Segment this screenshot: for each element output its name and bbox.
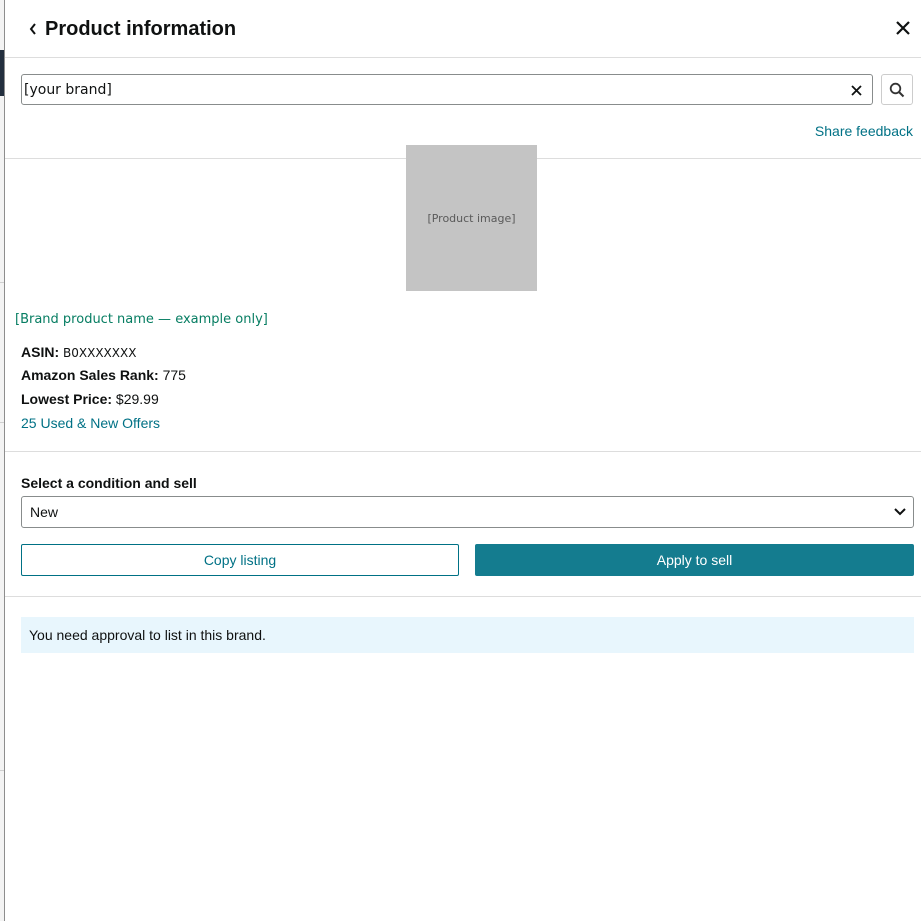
product-image-label: [Product image] bbox=[427, 211, 516, 225]
sales-rank-label: Amazon Sales Rank: bbox=[21, 367, 159, 383]
asin-label: ASIN: bbox=[21, 344, 60, 360]
panel-title: Product information bbox=[45, 18, 237, 40]
divider bbox=[5, 451, 921, 452]
approval-alert: You need approval to list in this brand. bbox=[21, 617, 914, 653]
search-button[interactable] bbox=[881, 74, 913, 105]
lowest-price-label: Lowest Price: bbox=[21, 391, 113, 407]
clear-search-button[interactable] bbox=[848, 82, 864, 98]
close-icon bbox=[850, 84, 862, 96]
chevron-down-icon bbox=[893, 505, 907, 519]
panel-header: Product information bbox=[5, 0, 921, 58]
close-icon bbox=[896, 21, 910, 35]
divider bbox=[5, 596, 921, 597]
offers-link[interactable]: 25 Used & New Offers bbox=[21, 414, 160, 432]
close-button[interactable] bbox=[891, 16, 915, 40]
asin-value: B0XXXXXXX bbox=[63, 346, 137, 360]
sales-rank-value: 775 bbox=[162, 367, 186, 383]
condition-label: Select a condition and sell bbox=[21, 475, 197, 491]
lowest-price-row: Lowest Price: $29.99 bbox=[21, 390, 159, 408]
condition-select[interactable]: New bbox=[21, 496, 914, 528]
lowest-price-value: $29.99 bbox=[115, 391, 159, 407]
product-information-panel: Product information Share feedback [Prod… bbox=[4, 0, 921, 921]
approval-alert-message: You need approval to list in this brand. bbox=[29, 627, 266, 643]
search-icon bbox=[889, 82, 905, 97]
product-name-link[interactable]: [Brand product name — example only] bbox=[15, 311, 268, 328]
search-field bbox=[21, 74, 873, 105]
back-button[interactable] bbox=[23, 17, 43, 41]
asin-row: ASIN: B0XXXXXXX bbox=[21, 343, 136, 362]
apply-to-sell-button[interactable]: Apply to sell bbox=[475, 544, 914, 576]
sales-rank-row: Amazon Sales Rank: 775 bbox=[21, 366, 186, 384]
chevron-left-icon bbox=[29, 23, 36, 35]
share-feedback-link[interactable]: Share feedback bbox=[815, 123, 913, 139]
copy-listing-button[interactable]: Copy listing bbox=[21, 544, 459, 576]
condition-selected-value: New bbox=[30, 504, 59, 520]
search-input[interactable] bbox=[22, 75, 837, 104]
product-image: [Product image] bbox=[406, 145, 537, 291]
